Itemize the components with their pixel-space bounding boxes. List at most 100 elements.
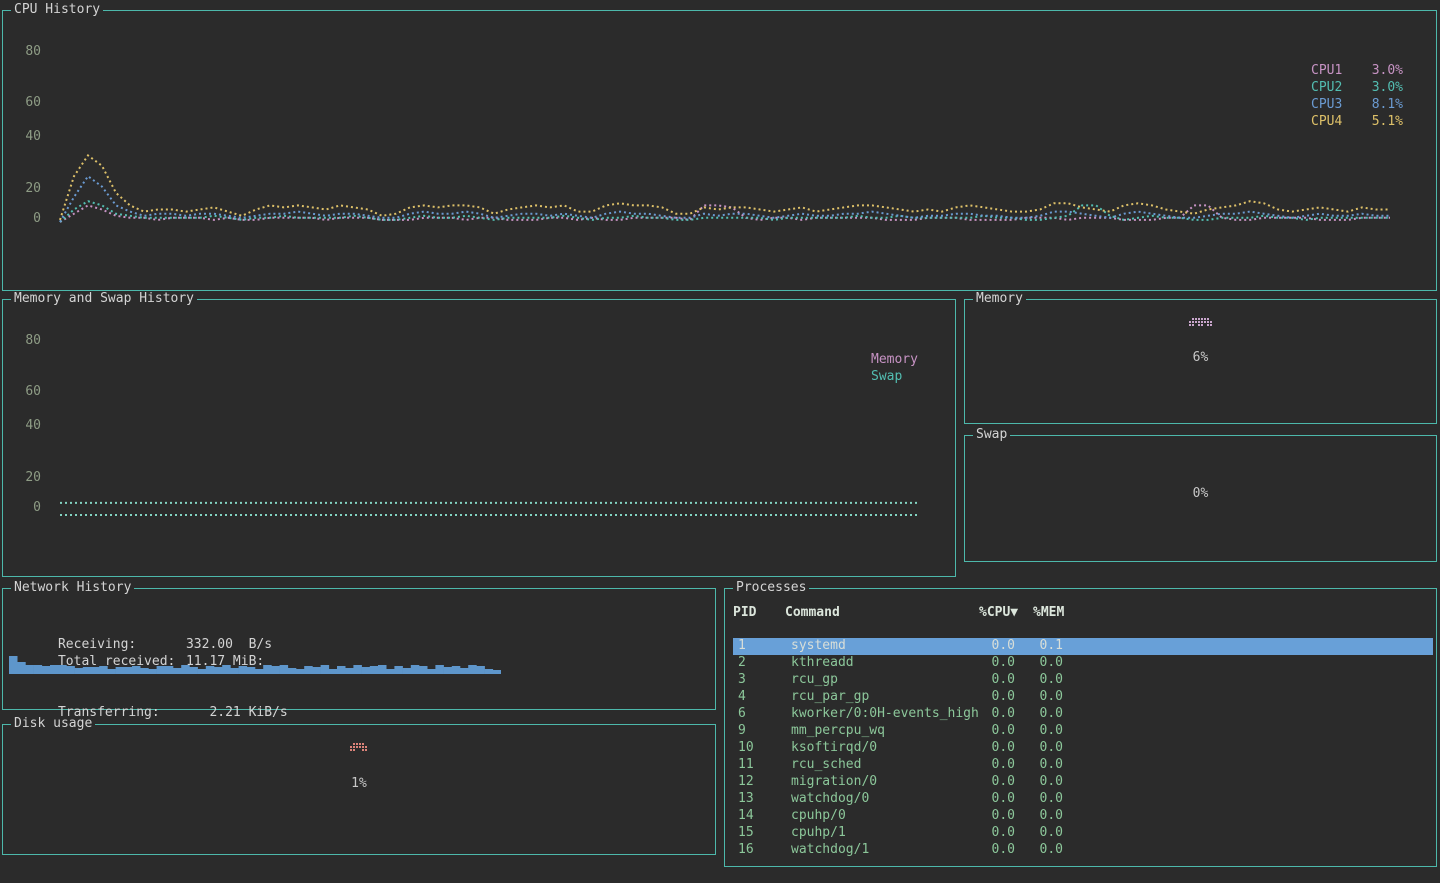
memory-swap-legend: Memory Swap — [871, 351, 918, 385]
cpu-ytick-80: 80 — [9, 45, 41, 59]
process-command: cpuhp/1 — [791, 825, 846, 841]
process-row[interactable]: 16watchdog/10.00.0 — [733, 842, 1433, 859]
cpu-legend: CPU1 3.0% CPU2 3.0% CPU3 8.1% CPU4 5.1% — [1311, 62, 1403, 130]
processes-panel: Processes PID Command %CPU▼ %MEM 1system… — [724, 588, 1437, 867]
memswap-ytick-80: 80 — [9, 334, 41, 348]
process-mem: 0.0 — [1003, 740, 1063, 756]
memswap-ytick-0: 0 — [9, 501, 41, 515]
process-pid: 15 — [738, 825, 754, 841]
process-row[interactable]: 4rcu_par_gp0.00.0 — [733, 689, 1433, 706]
process-row[interactable]: 3rcu_gp0.00.0 — [733, 672, 1433, 689]
swap-panel-title: Swap — [973, 427, 1010, 443]
disk-usage-panel: Disk usage 1% — [2, 724, 716, 855]
process-mem: 0.0 — [1003, 723, 1063, 739]
process-pid: 1 — [738, 638, 746, 654]
network-history-panel: Network History Receiving:332.00 B/s Tot… — [2, 588, 716, 710]
memory-legend-label: Memory — [871, 351, 918, 368]
cpu-ytick-0: 0 — [9, 212, 41, 226]
process-row[interactable]: 15cpuhp/10.00.0 — [733, 825, 1433, 842]
process-pid: 2 — [738, 655, 746, 671]
cpu1-legend-item: CPU1 3.0% — [1311, 62, 1403, 79]
memswap-ytick-40: 40 — [9, 419, 41, 433]
processes-table-body: 1systemd0.00.12kthreadd0.00.03rcu_gp0.00… — [733, 638, 1433, 859]
swap-legend-label: Swap — [871, 368, 918, 385]
process-command: watchdog/1 — [791, 842, 869, 858]
process-mem: 0.0 — [1003, 825, 1063, 841]
column-header-pid[interactable]: PID — [733, 605, 756, 620]
memory-panel-title: Memory — [973, 291, 1026, 307]
process-row[interactable]: 12migration/00.00.0 — [733, 774, 1433, 791]
network-history-title: Network History — [11, 580, 134, 596]
memory-swap-chart — [58, 300, 956, 576]
process-command: rcu_gp — [791, 672, 838, 688]
cpu-ytick-20: 20 — [9, 182, 41, 196]
process-row[interactable]: 2kthreadd0.00.0 — [733, 655, 1433, 672]
cpu-history-panel: CPU History 80 60 40 20 0 CPU1 3.0% CPU2… — [2, 10, 1437, 291]
process-pid: 9 — [738, 723, 746, 739]
cpu3-label: CPU3 — [1311, 96, 1342, 113]
swap-percent: 0% — [965, 486, 1436, 501]
process-pid: 13 — [738, 791, 754, 807]
memswap-ytick-20: 20 — [9, 471, 41, 485]
cpu1-value: 3.0% — [1372, 62, 1403, 79]
process-row[interactable]: 6kworker/0:0H-events_high0.00.0 — [733, 706, 1433, 723]
process-mem: 0.0 — [1003, 808, 1063, 824]
process-mem: 0.1 — [1003, 638, 1063, 654]
process-row[interactable]: 9mm_percpu_wq0.00.0 — [733, 723, 1433, 740]
processes-title: Processes — [733, 580, 809, 596]
process-command: ksoftirqd/0 — [791, 740, 877, 756]
process-pid: 11 — [738, 757, 754, 773]
disk-percent: 1% — [3, 776, 715, 791]
network-sparkline-chart — [9, 654, 501, 674]
memory-panel: Memory 6% — [964, 299, 1437, 424]
process-row[interactable]: 14cpuhp/00.00.0 — [733, 808, 1433, 825]
memswap-ytick-60: 60 — [9, 385, 41, 399]
cpu2-label: CPU2 — [1311, 79, 1342, 96]
cpu1-label: CPU1 — [1311, 62, 1342, 79]
process-pid: 6 — [738, 706, 746, 722]
process-mem: 0.0 — [1003, 791, 1063, 807]
process-command: migration/0 — [791, 774, 877, 790]
cpu4-legend-item: CPU4 5.1% — [1311, 113, 1403, 130]
memory-gauge-icon — [965, 318, 1436, 327]
disk-gauge-icon — [3, 743, 715, 752]
column-header-mem[interactable]: %MEM — [1033, 605, 1064, 620]
process-command: watchdog/0 — [791, 791, 869, 807]
disk-usage-title: Disk usage — [11, 716, 95, 732]
process-mem: 0.0 — [1003, 655, 1063, 671]
process-pid: 10 — [738, 740, 754, 756]
cpu-history-chart — [58, 11, 1392, 289]
process-row[interactable]: 10ksoftirqd/00.00.0 — [733, 740, 1433, 757]
process-row[interactable]: 13watchdog/00.00.0 — [733, 791, 1433, 808]
cpu4-label: CPU4 — [1311, 113, 1342, 130]
cpu3-value: 8.1% — [1372, 96, 1403, 113]
column-header-command[interactable]: Command — [785, 605, 840, 620]
cpu-ytick-40: 40 — [9, 130, 41, 144]
process-command: kthreadd — [791, 655, 854, 671]
process-pid: 14 — [738, 808, 754, 824]
process-command: cpuhp/0 — [791, 808, 846, 824]
process-mem: 0.0 — [1003, 672, 1063, 688]
process-pid: 12 — [738, 774, 754, 790]
process-row[interactable]: 11rcu_sched0.00.0 — [733, 757, 1433, 774]
process-command: systemd — [791, 638, 846, 654]
cpu2-value: 3.0% — [1372, 79, 1403, 96]
process-row[interactable]: 1systemd0.00.1 — [733, 638, 1433, 655]
column-header-cpu-sort-desc[interactable]: %CPU▼ — [979, 605, 1018, 620]
memory-percent: 6% — [965, 350, 1436, 365]
process-mem: 0.0 — [1003, 689, 1063, 705]
process-command: rcu_par_gp — [791, 689, 869, 705]
cpu-ytick-60: 60 — [9, 96, 41, 110]
cpu4-value: 5.1% — [1372, 113, 1403, 130]
cpu3-legend-item: CPU3 8.1% — [1311, 96, 1403, 113]
transferring-value: 2.21 KiB/s — [186, 705, 288, 720]
process-command: mm_percpu_wq — [791, 723, 885, 739]
process-pid: 4 — [738, 689, 746, 705]
cpu2-legend-item: CPU2 3.0% — [1311, 79, 1403, 96]
system-monitor-screen: CPU History 80 60 40 20 0 CPU1 3.0% CPU2… — [0, 0, 1440, 883]
process-pid: 3 — [738, 672, 746, 688]
process-mem: 0.0 — [1003, 706, 1063, 722]
processes-table-header: PID Command %CPU▼ %MEM — [725, 605, 1436, 621]
swap-panel: Swap 0% — [964, 435, 1437, 562]
process-mem: 0.0 — [1003, 757, 1063, 773]
